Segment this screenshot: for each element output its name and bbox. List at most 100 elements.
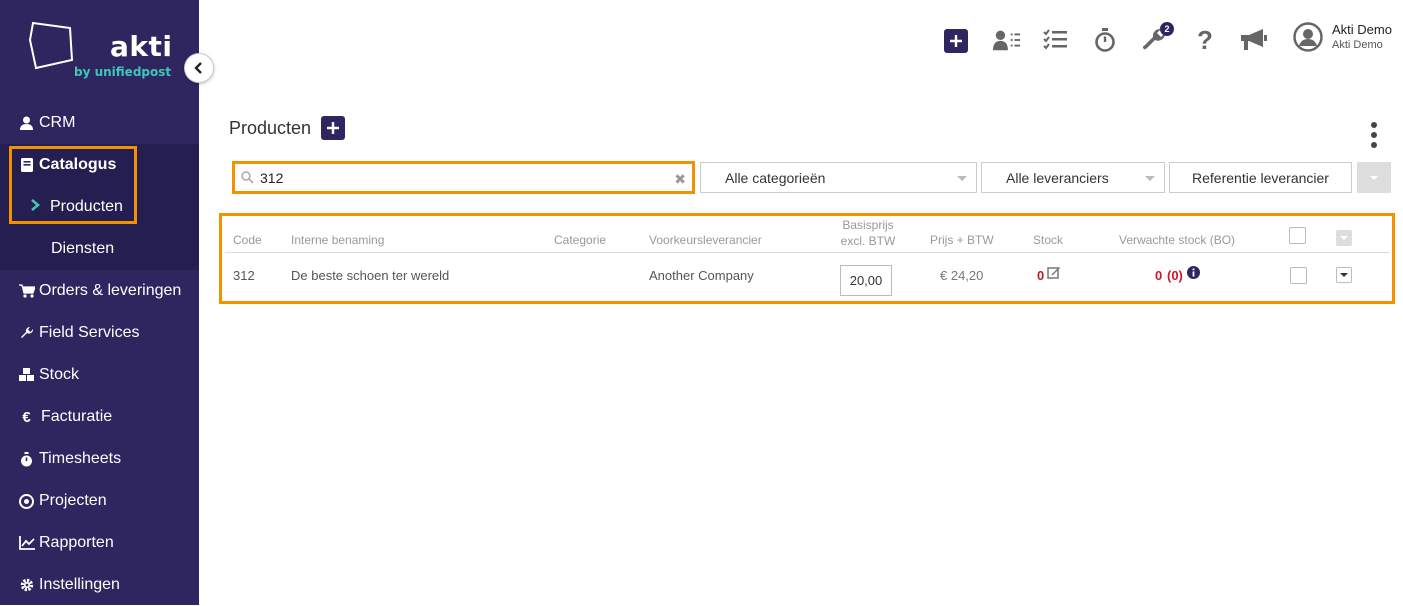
- sidebar-item-diensten[interactable]: Diensten: [0, 228, 199, 270]
- cell-code: 312: [233, 268, 255, 283]
- sidebar-item-label: CRM: [39, 114, 76, 131]
- edit-stock-icon[interactable]: [1047, 265, 1061, 282]
- question-icon: ?: [1197, 24, 1213, 55]
- caret-down-icon: [1340, 273, 1348, 277]
- column-header-expected-stock[interactable]: Verwachte stock (BO): [1119, 233, 1235, 247]
- more-options-button[interactable]: [1366, 122, 1382, 148]
- top-bar: 2 ? Akti Demo Akti Demo: [199, 0, 1403, 80]
- contact-list-icon: [993, 30, 1021, 51]
- kebab-dot: [1371, 142, 1377, 148]
- sidebar-item-label: Timesheets: [39, 450, 122, 467]
- products-table: Code Interne benaming Categorie Voorkeur…: [219, 213, 1395, 304]
- cell-expected-stock: 0: [1155, 268, 1163, 283]
- wrench-icon: [18, 325, 35, 342]
- bulk-actions-dropdown[interactable]: [1336, 230, 1352, 246]
- column-header-base-price[interactable]: Basisprijs excl. BTW: [838, 217, 898, 249]
- sidebar-item-label: Projecten: [39, 492, 107, 509]
- user-circle-icon: [1293, 22, 1323, 52]
- collapse-sidebar-button[interactable]: [184, 53, 214, 83]
- catalogus-highlight: [9, 146, 137, 224]
- help-button[interactable]: ?: [1191, 24, 1219, 55]
- euro-icon: €: [22, 408, 31, 426]
- sidebar-item-facturatie[interactable]: € Facturatie: [0, 396, 199, 438]
- supplier-reference-input[interactable]: Referentie leverancier: [1169, 162, 1352, 193]
- megaphone-icon: [1241, 29, 1267, 50]
- cog-icon: [18, 577, 35, 594]
- sidebar-item-stock[interactable]: Stock: [0, 354, 199, 396]
- user-name: Akti Demo: [1332, 22, 1392, 37]
- advanced-filter-toggle[interactable]: [1357, 162, 1391, 193]
- column-header-category[interactable]: Categorie: [554, 233, 606, 247]
- akti-logo[interactable]: akti by unifiedpost: [28, 20, 178, 84]
- cart-icon: [18, 283, 35, 300]
- tasks-button[interactable]: [1041, 26, 1069, 54]
- contacts-button[interactable]: [993, 26, 1021, 54]
- stopwatch-icon: [1095, 28, 1115, 52]
- page-title: Producten: [229, 118, 312, 138]
- kebab-dot: [1371, 122, 1377, 128]
- brand-tagline: by unifiedpost: [74, 65, 172, 79]
- sidebar-item-timesheets[interactable]: Timesheets: [0, 438, 199, 480]
- info-icon[interactable]: [1187, 266, 1200, 282]
- column-header-base-price-line1: Basisprijs: [842, 218, 894, 232]
- sidebar-item-field-services[interactable]: Field Services: [0, 312, 199, 354]
- cell-backorder: (0): [1167, 268, 1183, 283]
- sidebar: akti by unifiedpost CRM Catalogus Produc…: [0, 0, 199, 605]
- user-menu[interactable]: Akti Demo Akti Demo: [1293, 22, 1392, 52]
- sidebar-item-label: Facturatie: [41, 408, 113, 425]
- supplier-select-value: Alle leveranciers: [1006, 169, 1109, 186]
- akti-logo-icon: [28, 21, 74, 70]
- caret-down-icon: [957, 176, 967, 181]
- category-select[interactable]: Alle categorieën: [700, 162, 977, 193]
- search-input[interactable]: 312 ✖: [232, 161, 695, 194]
- sidebar-item-crm[interactable]: CRM: [0, 102, 199, 144]
- cell-name[interactable]: De beste schoen ter wereld: [291, 268, 449, 283]
- search-value: 312: [260, 169, 284, 186]
- sidebar-item-rapporten[interactable]: Rapporten: [0, 522, 199, 564]
- search-icon: [241, 171, 254, 184]
- sidebar-item-projecten[interactable]: Projecten: [0, 480, 199, 522]
- sidebar-item-label: Orders & leveringen: [39, 282, 182, 299]
- stopwatch-icon: [18, 451, 35, 468]
- target-icon: [18, 493, 35, 510]
- quick-add-button[interactable]: [944, 29, 968, 53]
- plus-icon: [950, 35, 962, 47]
- column-header-price-vat[interactable]: Prijs + BTW: [930, 233, 994, 247]
- cell-stock: 0: [1037, 268, 1045, 283]
- header-divider: [225, 252, 1389, 253]
- sidebar-item-label: Rapporten: [39, 534, 114, 551]
- kebab-dot: [1371, 132, 1377, 138]
- sidebar-item-orders[interactable]: Orders & leveringen: [0, 270, 199, 312]
- add-product-button[interactable]: [321, 116, 345, 140]
- cubes-icon: [18, 367, 35, 384]
- sidebar-item-instellingen[interactable]: Instellingen: [0, 564, 199, 606]
- base-price-input[interactable]: 20,00: [840, 265, 892, 296]
- supplier-reference-label: Referentie leverancier: [1192, 169, 1329, 186]
- notification-badge: 2: [1160, 22, 1174, 36]
- select-all-checkbox[interactable]: [1289, 227, 1306, 244]
- chevron-left-icon: [194, 62, 202, 74]
- field-services-button[interactable]: 2: [1141, 22, 1174, 54]
- supplier-select[interactable]: Alle leveranciers: [981, 162, 1165, 193]
- column-header-supplier[interactable]: Voorkeursleverancier: [649, 233, 762, 247]
- caret-down-icon: [1340, 236, 1348, 240]
- cell-supplier: Another Company: [649, 268, 754, 283]
- announcements-button[interactable]: [1239, 26, 1267, 54]
- column-header-base-price-line2: excl. BTW: [840, 234, 896, 248]
- caret-down-icon: [1370, 175, 1378, 180]
- row-actions-dropdown[interactable]: [1336, 267, 1352, 283]
- column-header-stock[interactable]: Stock: [1033, 233, 1063, 247]
- sidebar-item-label: Stock: [39, 366, 80, 383]
- timer-button[interactable]: [1091, 26, 1119, 54]
- sidebar-item-label: Instellingen: [39, 576, 120, 593]
- line-chart-icon: [18, 535, 35, 552]
- sidebar-item-label: Diensten: [51, 240, 115, 257]
- column-header-name[interactable]: Interne benaming: [291, 233, 384, 247]
- column-header-code[interactable]: Code: [233, 233, 262, 247]
- clear-search-icon[interactable]: ✖: [674, 171, 686, 188]
- row-checkbox[interactable]: [1290, 267, 1307, 284]
- caret-down-icon: [1145, 176, 1155, 181]
- user-company: Akti Demo: [1332, 39, 1383, 51]
- cell-price-vat: € 24,20: [940, 268, 984, 283]
- brand-name: akti: [110, 30, 173, 63]
